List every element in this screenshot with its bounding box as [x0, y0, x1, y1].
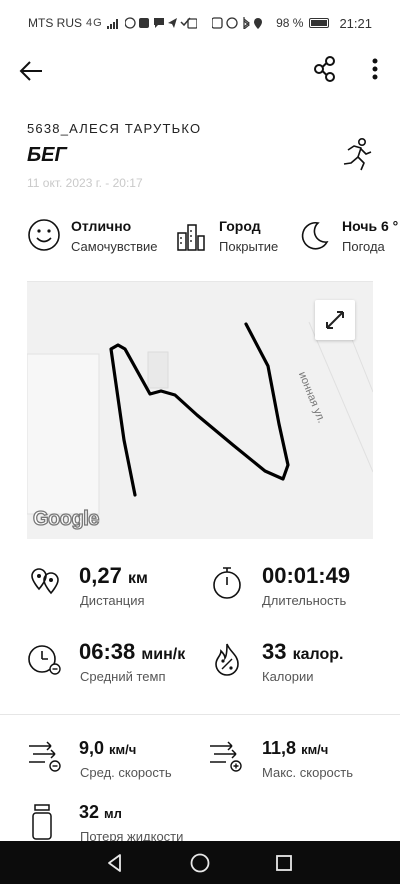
route-map[interactable]: ионная ул. Google: [27, 281, 373, 539]
battery-label: 98 %: [276, 16, 304, 30]
speed-minus-icon: [29, 741, 61, 772]
metric-max-speed-value-row: 11,8 км/ч: [262, 738, 328, 759]
metric-distance-value: 0,27: [79, 563, 122, 588]
metric-calories-label: Калории: [262, 669, 314, 684]
nav-home-button[interactable]: [188, 851, 212, 875]
triangle-back-icon: [108, 854, 121, 872]
signal-icon: [106, 18, 118, 29]
map-street-edge: [308, 321, 373, 473]
metric-avg-speed-label: Сред. скорость: [80, 765, 172, 780]
owner-name: 5638_АЛЕСЯ ТАРУТЬКО: [27, 121, 202, 136]
metric-max-speed-value: 11,8: [262, 738, 297, 758]
metric-fluid-value: 32: [79, 802, 100, 822]
more-vertical-icon: [372, 58, 378, 80]
battery-icon: [309, 18, 330, 28]
share-icon: [314, 56, 335, 82]
metric-pace-unit: мин/к: [141, 646, 186, 663]
metric-pace-value-row: 06:38 мин/к: [79, 639, 185, 665]
map-building: [27, 353, 100, 515]
metric-pace-label: Средний темп: [80, 669, 166, 684]
metric-calories-value-row: 33 калор.: [262, 639, 343, 665]
circle-home-icon: [190, 853, 210, 873]
nav-recents-button[interactable]: [272, 851, 296, 875]
metric-distance: 0,27 км Дистанция: [27, 563, 207, 615]
distance-pins-icon: [31, 568, 59, 595]
metric-fluid-unit: мл: [104, 806, 122, 821]
condition-weather-label: Погода: [342, 239, 385, 254]
route-line: [109, 322, 290, 497]
map-building: [147, 351, 169, 389]
system-nav-bar: [0, 841, 400, 884]
metric-max-speed: 11,8 км/ч Макс. скорость: [208, 738, 388, 790]
metric-avg-speed: 9,0 км/ч Сред. скорость: [27, 738, 207, 790]
metric-avg-speed-unit: км/ч: [109, 742, 137, 757]
condition-weather-value: Ночь 6 °: [342, 218, 399, 234]
conditions-row: Отлично Самочувствие Город Покрытие Ночь…: [0, 212, 400, 262]
condition-feeling-label: Самочувствие: [71, 239, 158, 254]
condition-surface-label: Покрытие: [219, 239, 279, 254]
status-icons: [212, 17, 263, 29]
metric-calories-value: 33: [262, 639, 287, 664]
smiley-face-icon: [28, 219, 60, 251]
status-left: MTS RUS 4G: [28, 16, 197, 30]
status-bar: MTS RUS 4G 98 % 21:21: [0, 0, 400, 46]
share-button[interactable]: [310, 54, 340, 84]
square-recents-icon: [276, 855, 292, 871]
status-time: 21:21: [339, 15, 372, 31]
flame-percent-icon: [215, 643, 239, 676]
metric-duration-label: Длительность: [262, 593, 347, 608]
running-person-icon: [340, 137, 372, 173]
activity-date: 11 окт. 2023 г. - 20:17: [27, 176, 143, 190]
metric-duration: 00:01:49 Длительность: [210, 563, 390, 615]
moon-icon: [301, 221, 329, 250]
metric-distance-unit: км: [127, 570, 148, 587]
metric-pace-value: 06:38: [79, 639, 136, 664]
map-expand-button[interactable]: [315, 300, 355, 340]
metric-avg-speed-value-row: 9,0 км/ч: [79, 738, 136, 759]
city-buildings-icon: [177, 224, 205, 251]
metric-avg-speed-value: 9,0: [79, 738, 105, 758]
metric-fluid-value-row: 32 мл: [79, 802, 122, 823]
metric-max-speed-unit: км/ч: [301, 742, 329, 757]
condition-weather: Ночь 6 ° Погода: [298, 212, 400, 262]
expand-arrows-icon: [326, 311, 344, 329]
nav-back-button[interactable]: [103, 851, 127, 875]
metric-distance-label: Дистанция: [80, 593, 145, 608]
metric-distance-value-row: 0,27 км: [79, 563, 148, 589]
more-options-button[interactable]: [362, 54, 388, 84]
condition-feeling-value: Отлично: [71, 218, 132, 234]
arrow-left-icon: [19, 61, 42, 81]
carrier-label: MTS RUS: [28, 16, 82, 30]
back-button[interactable]: [16, 56, 46, 86]
metric-max-speed-label: Макс. скорость: [262, 765, 354, 780]
metric-duration-value: 00:01:49: [262, 563, 351, 588]
stopwatch-icon: [213, 567, 241, 599]
app-bar: [0, 46, 400, 94]
speed-plus-icon: [210, 741, 242, 772]
condition-feeling: Отлично Самочувствие: [27, 212, 167, 262]
activity-title: БЕГ: [27, 144, 67, 166]
condition-surface-value: Город: [219, 218, 261, 234]
section-divider: [0, 714, 400, 715]
pace-clock-icon: [28, 645, 61, 675]
map-provider-logo: Google: [32, 507, 100, 530]
metric-pace: 06:38 мин/к Средний темп: [27, 639, 207, 691]
status-right: 98 % 21:21: [212, 16, 372, 31]
notification-icons: [124, 17, 197, 29]
bottle-icon: [32, 804, 52, 840]
condition-surface: Город Покрытие: [176, 212, 286, 262]
metric-calories-unit: калор.: [292, 646, 344, 663]
metric-calories: 33 калор. Калории: [210, 639, 390, 691]
network-label: 4G: [86, 17, 103, 29]
